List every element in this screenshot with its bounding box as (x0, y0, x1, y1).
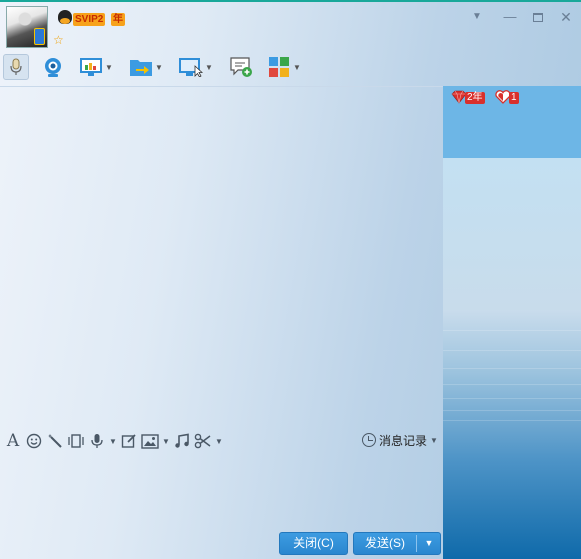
folder-arrow-icon (128, 54, 154, 80)
right-pane-bottom (443, 310, 581, 559)
svip-badge[interactable]: SVIP2 (73, 13, 106, 26)
magic-wand-icon[interactable] (46, 432, 64, 450)
monitor-chart-icon (78, 54, 104, 80)
contact-info-pane (443, 86, 581, 559)
vip-years-badge[interactable]: 2年 (451, 90, 485, 106)
video-call-button[interactable] (40, 52, 66, 82)
message-history-button[interactable]: 消息记录 ▼ (362, 431, 438, 449)
chevron-down-icon[interactable]: ▼ (204, 63, 214, 72)
microphone-icon (3, 54, 29, 80)
app-grid-icon (266, 54, 292, 80)
minimize-button[interactable]: — (500, 8, 520, 26)
mobile-online-icon (34, 28, 45, 45)
message-input-area[interactable] (0, 454, 443, 528)
chevron-down-icon[interactable]: ▼ (154, 63, 164, 72)
close-button[interactable]: ✕ (556, 8, 576, 26)
badge-label: 1 (509, 92, 519, 104)
remote-assist-button[interactable]: ▼ (178, 52, 214, 82)
create-discussion-button[interactable] (228, 52, 254, 82)
chevron-down-icon[interactable]: ▼ (292, 63, 302, 72)
chevron-down-icon[interactable]: ▼ (215, 437, 223, 446)
clock-icon (362, 433, 376, 447)
chevron-down-icon[interactable]: ▼ (109, 437, 117, 446)
window-top-accent (0, 0, 581, 2)
love-badge[interactable]: 1 (495, 89, 519, 106)
voice-message-icon[interactable] (88, 432, 106, 450)
shake-window-icon[interactable] (67, 432, 85, 450)
edit-toolbar: A ▼ ▼ ▼ (4, 430, 223, 452)
close-window-button[interactable]: 关闭(C) (279, 532, 348, 555)
send-button[interactable]: 发送(S) ▼ (353, 532, 441, 555)
webcam-icon (40, 54, 66, 80)
apps-button[interactable]: ▼ (266, 52, 302, 82)
qq-penguin-icon (58, 10, 72, 24)
font-icon[interactable]: A (4, 431, 22, 451)
remote-screen-button[interactable]: ▼ (78, 52, 114, 82)
send-file-button[interactable]: ▼ (128, 52, 164, 82)
emoji-icon[interactable] (25, 432, 43, 450)
chat-add-icon (228, 54, 254, 80)
avatar[interactable] (6, 6, 48, 48)
monitor-cursor-icon (178, 54, 204, 80)
dropdown-arrow-icon[interactable]: ▼ (467, 8, 487, 26)
send-button-divider (416, 535, 417, 552)
music-icon[interactable] (173, 432, 191, 450)
badge-label: 2年 (465, 92, 485, 104)
chevron-down-icon[interactable]: ▼ (162, 437, 170, 446)
svip-year-badge: 年 (111, 13, 125, 26)
right-pane-middle (443, 158, 581, 310)
send-button-label: 发送(S) (365, 536, 405, 550)
maximize-button[interactable] (528, 8, 548, 26)
scissors-icon[interactable] (194, 432, 212, 450)
message-history-area[interactable] (0, 87, 443, 425)
voice-call-button[interactable] (3, 52, 29, 82)
image-icon[interactable] (141, 432, 159, 450)
message-history-label: 消息记录 (379, 433, 428, 448)
chevron-down-icon[interactable]: ▼ (430, 436, 438, 445)
star-icon[interactable]: ☆ (53, 34, 64, 46)
chevron-down-icon[interactable]: ▼ (418, 533, 440, 554)
edit-note-icon[interactable] (120, 432, 138, 450)
chevron-down-icon[interactable]: ▼ (104, 63, 114, 72)
